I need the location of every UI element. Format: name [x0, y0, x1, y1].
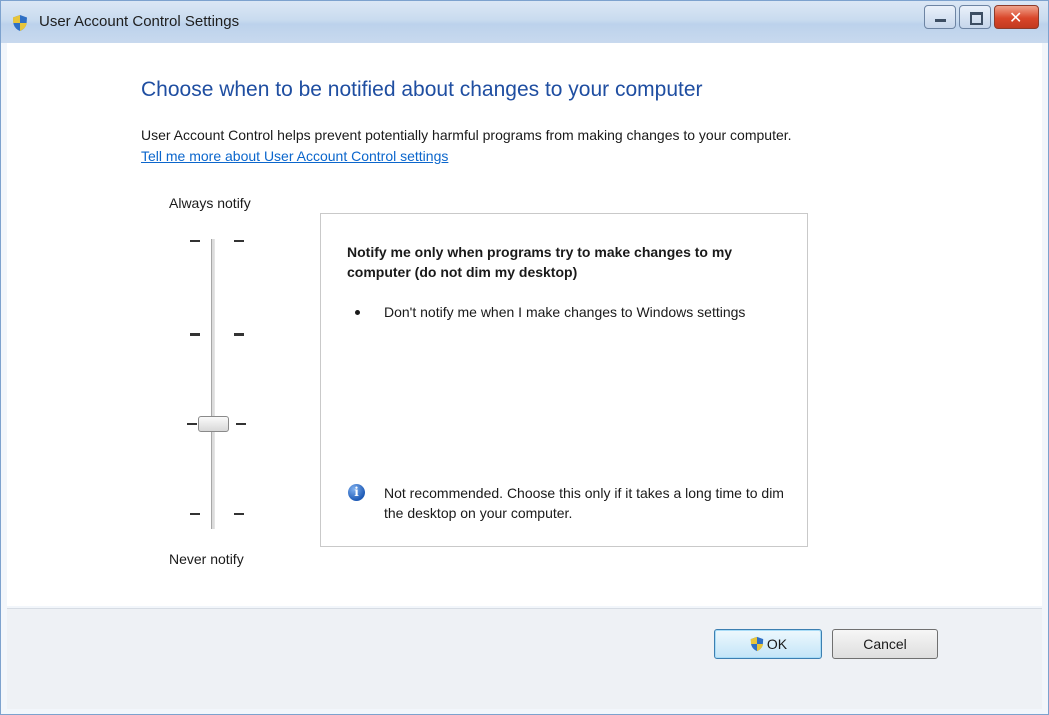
slider-bottom-label: Never notify	[169, 551, 244, 567]
slider-tick-right-3	[236, 423, 246, 425]
info-icon: i	[348, 484, 365, 501]
slider-track[interactable]	[211, 239, 215, 529]
slider-tick-left-1	[190, 240, 200, 242]
slider-tick-left-4	[190, 513, 200, 515]
ok-button-label: OK	[766, 636, 788, 652]
uac-shield-icon	[13, 15, 27, 31]
slider-thumb[interactable]	[198, 416, 229, 432]
uac-shield-icon	[750, 636, 764, 652]
close-button[interactable]: ✕	[994, 5, 1039, 29]
window-title: User Account Control Settings	[39, 13, 240, 30]
slider-tick-right-2	[234, 333, 244, 336]
setting-title: Notify me only when programs try to make…	[347, 244, 733, 280]
page-heading: Choose when to be notified about changes…	[141, 78, 703, 101]
learn-more-link[interactable]: Tell me more about User Account Control …	[141, 148, 448, 164]
setting-bullet-text: Don't notify me when I make changes to W…	[384, 304, 746, 320]
cancel-button[interactable]: Cancel	[832, 629, 938, 659]
close-icon: ✕	[1009, 8, 1023, 27]
slider-tick-left-2	[190, 333, 200, 336]
ok-button[interactable]: OK	[714, 629, 822, 659]
bullet-icon	[355, 310, 360, 315]
slider-tick-left-3	[187, 423, 197, 425]
button-bar: OK Cancel	[7, 608, 1042, 709]
uac-settings-window: User Account Control Settings ✕ Choose w…	[0, 0, 1049, 715]
slider-tick-right-1	[234, 240, 244, 242]
minimize-icon	[935, 19, 946, 22]
slider-tick-right-4	[234, 513, 244, 515]
minimize-button[interactable]	[924, 5, 956, 29]
setting-description-panel: Notify me only when programs try to make…	[320, 213, 808, 547]
slider-top-label: Always notify	[169, 195, 251, 211]
main-content: Choose when to be notified about changes…	[7, 43, 1042, 606]
recommendation-text: Not recommended. Choose this only if it …	[384, 485, 784, 521]
maximize-icon	[970, 12, 983, 25]
title-bar[interactable]: User Account Control Settings ✕	[1, 1, 1048, 43]
maximize-button[interactable]	[959, 5, 991, 29]
description-text: User Account Control helps prevent poten…	[141, 127, 792, 143]
